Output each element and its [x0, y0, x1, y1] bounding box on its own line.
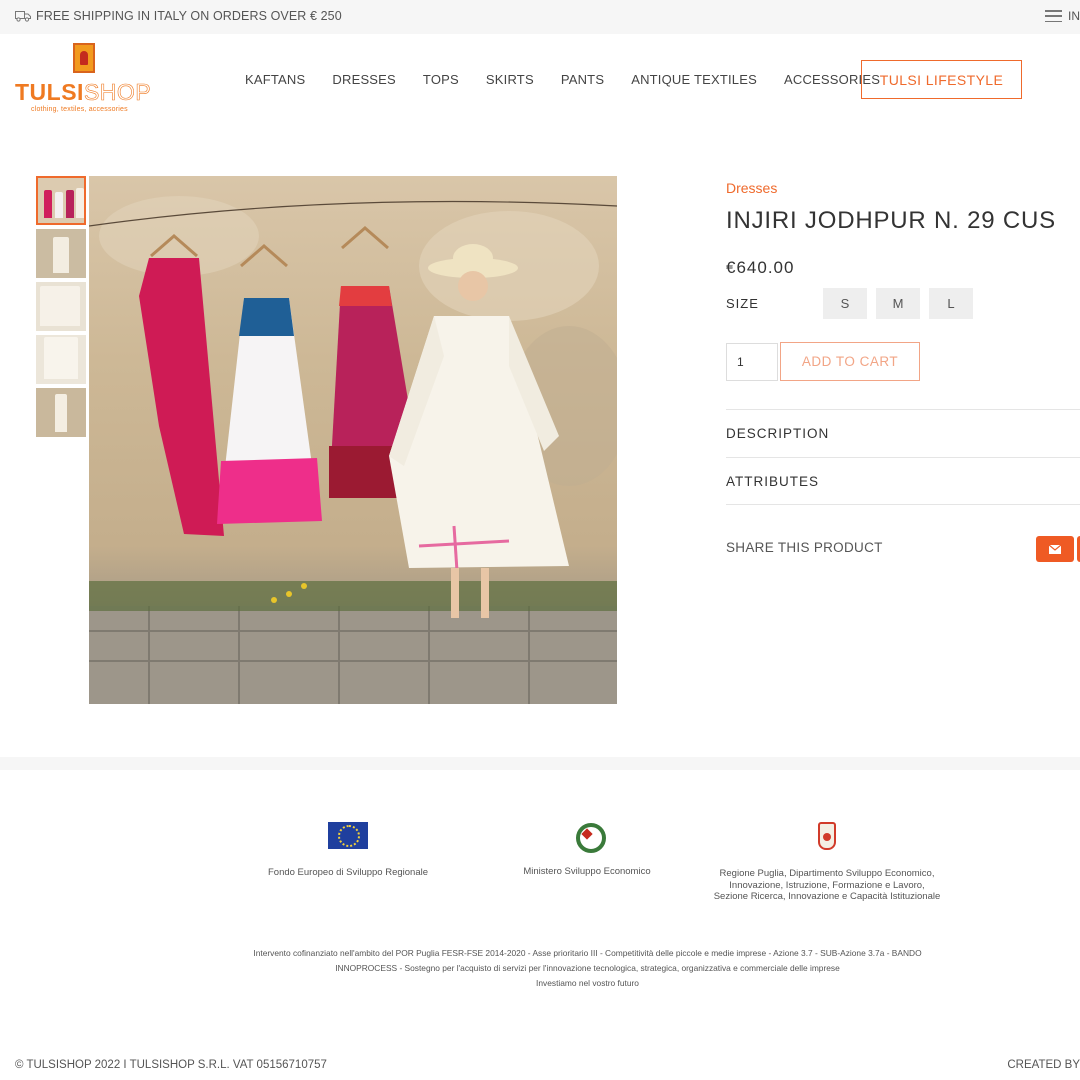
funder-region-text: Regione Puglia, Dipartimento Sviluppo Ec… — [713, 868, 941, 902]
site-logo[interactable]: TULSISHOP clothing, textiles, accessorie… — [15, 43, 160, 117]
share-label: SHARE THIS PRODUCT — [726, 540, 883, 555]
footer-divider — [0, 757, 1080, 770]
nav-item-antique-textiles[interactable]: ANTIQUE TEXTILES — [631, 72, 757, 87]
eu-flag-icon — [328, 822, 368, 849]
envelope-icon — [1049, 544, 1061, 554]
funding-notice-line: INNOPROCESS - Sostegno per l'acquisto di… — [335, 963, 840, 973]
menu-label: IN — [1068, 9, 1080, 23]
funder-ministry-text: Ministero Sviluppo Economico — [523, 866, 651, 877]
tulsi-lifestyle-button[interactable]: TULSI LIFESTYLE — [861, 60, 1022, 99]
logo-badge-icon — [73, 43, 95, 73]
size-option-s[interactable]: S — [823, 288, 867, 319]
logo-tagline: clothing, textiles, accessories — [31, 106, 128, 113]
funder-ministry: Ministero Sviluppo Economico — [507, 822, 667, 878]
quantity-input[interactable]: 1 — [726, 343, 778, 381]
funder-region: Regione Puglia, Dipartimento Sviluppo Ec… — [712, 822, 942, 903]
menu-toggle[interactable]: IN — [1045, 9, 1080, 23]
funding-notice-line: Investiamo nel vostro futuro — [536, 978, 639, 988]
nav-item-pants[interactable]: PANTS — [561, 72, 604, 87]
product-thumbnail[interactable] — [36, 282, 86, 331]
attributes-accordion[interactable]: ATTRIBUTES — [726, 457, 1080, 505]
nav-item-dresses[interactable]: DRESSES — [332, 72, 396, 87]
funder-eu-text: Fondo Europeo di Sviluppo Regionale — [267, 867, 429, 878]
product-thumbnail[interactable] — [36, 229, 86, 278]
created-by-link[interactable]: CREATED BY — [1007, 1059, 1080, 1071]
funder-eu: Fondo Europeo di Sviluppo Regionale — [248, 822, 448, 879]
size-label: SIZE — [726, 296, 759, 311]
product-thumbnail[interactable] — [36, 176, 86, 225]
funding-notice-line: Intervento cofinanziato nell'ambito del … — [253, 948, 922, 958]
product-title: INJIRI JODHPUR N. 29 CUS — [726, 207, 1056, 234]
product-category-link[interactable]: Dresses — [726, 180, 777, 196]
copyright-text: © TULSISHOP 2022 I TULSISHOP S.R.L. VAT … — [15, 1059, 327, 1071]
announcement-bar: FREE SHIPPING IN ITALY ON ORDERS OVER € … — [0, 0, 1080, 34]
description-accordion[interactable]: DESCRIPTION — [726, 409, 1080, 457]
funding-notice: Intervento cofinanziato nell'ambito del … — [230, 946, 945, 991]
shipping-notice: FREE SHIPPING IN ITALY ON ORDERS OVER € … — [15, 9, 342, 23]
logo-wordmark: TULSISHOP — [15, 79, 152, 106]
shipping-text: FREE SHIPPING IN ITALY ON ORDERS OVER € … — [36, 9, 342, 23]
product-thumbnail[interactable] — [36, 335, 86, 384]
main-nav: KAFTANS DRESSES TOPS SKIRTS PANTS ANTIQU… — [245, 72, 907, 87]
product-thumbnail[interactable] — [36, 388, 86, 437]
product-price: €640.00 — [726, 258, 795, 277]
size-selector: S M L — [823, 288, 973, 319]
main-product-image[interactable] — [89, 176, 617, 704]
nav-item-tops[interactable]: TOPS — [423, 72, 459, 87]
product-photo — [89, 196, 617, 704]
italian-emblem-icon — [575, 822, 606, 853]
add-to-cart-button[interactable]: ADD TO CART — [780, 342, 920, 381]
nav-item-kaftans[interactable]: KAFTANS — [245, 72, 305, 87]
size-option-l[interactable]: L — [929, 288, 973, 319]
truck-icon — [15, 11, 31, 22]
size-option-m[interactable]: M — [876, 288, 920, 319]
thumbnail-strip — [36, 176, 86, 441]
hamburger-icon — [1045, 10, 1062, 22]
share-email-button[interactable] — [1036, 536, 1074, 562]
puglia-crest-icon — [818, 822, 836, 850]
nav-item-skirts[interactable]: SKIRTS — [486, 72, 534, 87]
